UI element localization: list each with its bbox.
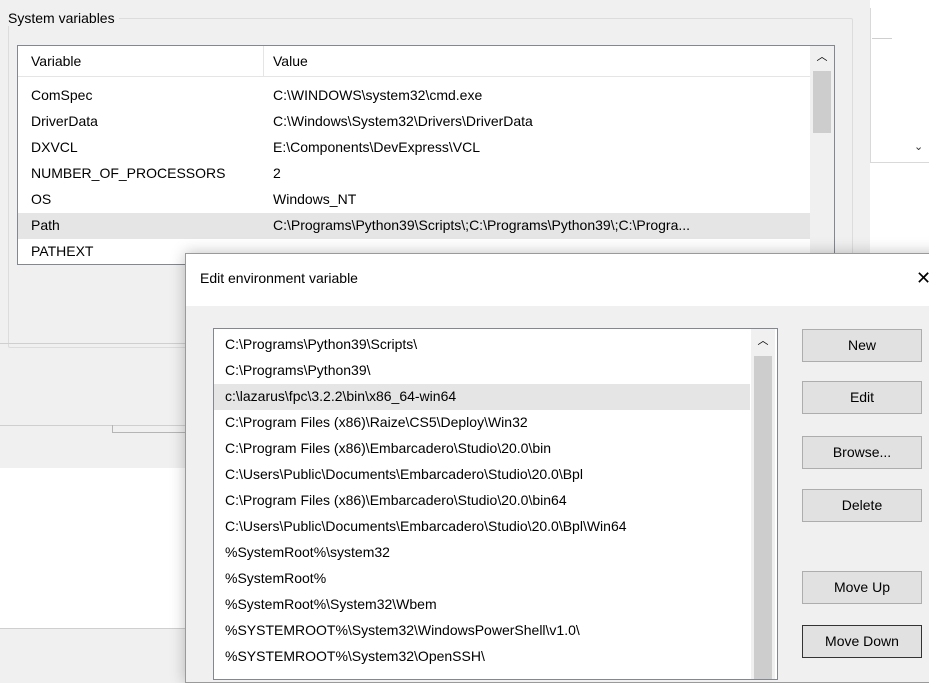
table-row[interactable]: DriverData C:\Windows\System32\Drivers\D…: [18, 109, 810, 135]
path-entry: C:\Program Files (x86)\Raize\CS5\Deploy\…: [225, 414, 528, 430]
path-entries-list[interactable]: C:\Programs\Python39\Scripts\ C:\Program…: [213, 328, 778, 680]
list-header: Variable Value: [18, 46, 810, 77]
path-entry: C:\Users\Public\Documents\Embarcadero\St…: [225, 466, 583, 482]
table-row[interactable]: OS Windows_NT: [18, 187, 810, 213]
variable-name: DXVCL: [31, 139, 78, 155]
path-entry: C:\Programs\Python39\: [225, 362, 371, 378]
path-entry: C:\Programs\Python39\Scripts\: [225, 336, 418, 352]
column-header-variable[interactable]: Variable: [31, 53, 81, 69]
variable-value: E:\Components\DevExpress\VCL: [273, 139, 480, 155]
list-item[interactable]: C:\Users\Public\Documents\Embarcadero\St…: [214, 514, 750, 540]
path-entry: c:\lazarus\fpc\3.2.2\bin\x86_64-win64: [225, 388, 457, 404]
variable-name: ComSpec: [31, 87, 93, 103]
title-bar[interactable]: Edit environment variable ✕: [186, 254, 929, 306]
scrollbar-thumb[interactable]: [813, 71, 831, 133]
system-variables-list[interactable]: Variable Value ComSpec C:\WINDOWS\system…: [17, 45, 835, 265]
edit-button[interactable]: Edit: [802, 381, 922, 414]
close-icon[interactable]: ✕: [916, 268, 929, 289]
chevron-up-icon[interactable]: ︿: [751, 329, 775, 353]
table-row[interactable]: NUMBER_OF_PROCESSORS 2: [18, 161, 810, 187]
move-down-button[interactable]: Move Down: [802, 625, 922, 658]
path-entry: %SYSTEMROOT%\System32\WindowsPowerShell\…: [225, 622, 580, 638]
column-header-value[interactable]: Value: [273, 53, 308, 69]
table-row[interactable]: DXVCL E:\Components\DevExpress\VCL: [18, 135, 810, 161]
delete-button[interactable]: Delete: [802, 489, 922, 522]
list-item[interactable]: C:\Programs\Python39\: [214, 358, 750, 384]
table-row[interactable]: ComSpec C:\WINDOWS\system32\cmd.exe: [18, 83, 810, 109]
variable-value: Windows_NT: [273, 191, 357, 207]
browse-button[interactable]: Browse...: [802, 436, 922, 469]
variable-name: OS: [31, 191, 52, 207]
list-item[interactable]: %SystemRoot%: [214, 566, 750, 592]
divider: [112, 432, 192, 433]
list-item[interactable]: C:\Programs\Python39\Scripts\: [214, 332, 750, 358]
variable-name: NUMBER_OF_PROCESSORS: [31, 165, 226, 181]
variable-name: DriverData: [31, 113, 98, 129]
system-variables-label: System variables: [4, 10, 119, 26]
list-item[interactable]: C:\Program Files (x86)\Embarcadero\Studi…: [214, 488, 750, 514]
column-divider[interactable]: [263, 46, 264, 76]
variable-value: C:\Windows\System32\Drivers\DriverData: [273, 113, 533, 129]
variable-value: C:\Programs\Python39\Scripts\;C:\Program…: [273, 217, 691, 233]
divider: [0, 628, 185, 629]
path-entry: C:\Program Files (x86)\Embarcadero\Studi…: [225, 492, 567, 508]
list-item[interactable]: C:\Program Files (x86)\Embarcadero\Studi…: [214, 436, 750, 462]
list-item[interactable]: %SystemRoot%\System32\Wbem: [214, 592, 750, 618]
list-item[interactable]: %SystemRoot%\system32: [214, 540, 750, 566]
new-button[interactable]: New: [802, 329, 922, 362]
list-item[interactable]: %SYSTEMROOT%\System32\WindowsPowerShell\…: [214, 618, 750, 644]
path-entry: %SystemRoot%\system32: [225, 544, 390, 560]
table-row-selected[interactable]: Path C:\Programs\Python39\Scripts\;C:\Pr…: [18, 213, 810, 239]
background-content-area: [0, 468, 185, 628]
vertical-scrollbar[interactable]: ︿: [751, 329, 775, 679]
list-item-selected[interactable]: c:\lazarus\fpc\3.2.2\bin\x86_64-win64: [214, 384, 750, 410]
path-entry: %SystemRoot%: [225, 570, 327, 586]
divider: [0, 425, 185, 426]
list-item[interactable]: C:\Users\Public\Documents\Embarcadero\St…: [214, 462, 750, 488]
edit-environment-variable-dialog: Edit environment variable ✕ C:\Programs\…: [185, 253, 929, 683]
list-item[interactable]: C:\Program Files (x86)\Raize\CS5\Deploy\…: [214, 410, 750, 436]
chevron-up-icon[interactable]: ︿: [810, 46, 834, 68]
chevron-down-icon[interactable]: ⌄: [914, 140, 926, 153]
divider: [0, 343, 185, 344]
path-entry: C:\Program Files (x86)\Embarcadero\Studi…: [225, 440, 552, 456]
variable-value: 2: [273, 165, 281, 181]
divider: [112, 425, 113, 433]
move-up-button[interactable]: Move Up: [802, 571, 922, 604]
variable-name: PATHEXT: [31, 243, 94, 259]
path-entry: C:\Users\Public\Documents\Embarcadero\St…: [225, 518, 627, 534]
path-entry: %SYSTEMROOT%\System32\OpenSSH\: [225, 648, 485, 664]
dialog-title: Edit environment variable: [200, 270, 358, 286]
scrollbar-thumb[interactable]: [754, 356, 772, 679]
path-entry: %SystemRoot%\System32\Wbem: [225, 596, 437, 612]
variable-name: Path: [31, 217, 60, 233]
divider: [872, 38, 892, 39]
list-item[interactable]: %SYSTEMROOT%\System32\OpenSSH\: [214, 644, 750, 670]
variable-value: C:\WINDOWS\system32\cmd.exe: [273, 87, 483, 103]
vertical-scrollbar[interactable]: ︿: [810, 46, 834, 264]
